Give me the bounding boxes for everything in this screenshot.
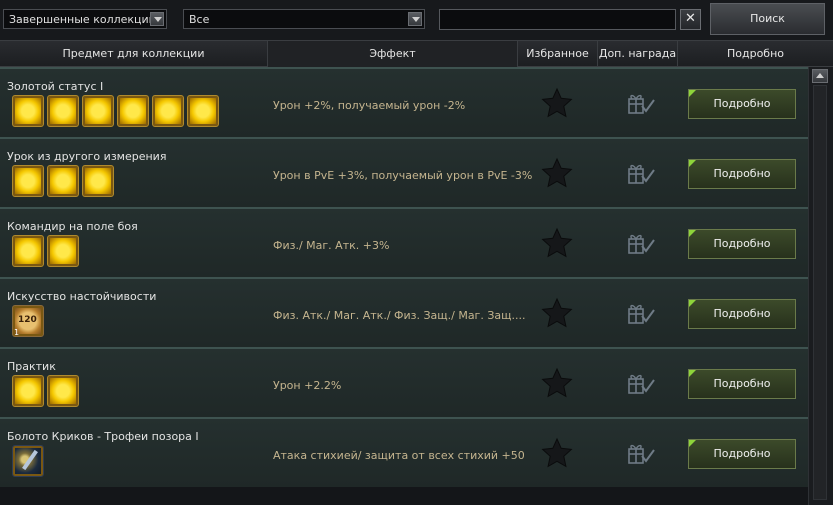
new-indicator (689, 300, 696, 307)
gift-check-icon (627, 161, 655, 185)
details-button[interactable]: Подробно (688, 89, 796, 119)
details-button[interactable]: Подробно (688, 369, 796, 399)
new-indicator (689, 440, 696, 447)
scroll-up-icon[interactable] (812, 69, 828, 83)
details-button-label: Подробно (713, 237, 771, 250)
new-indicator (689, 230, 696, 237)
gold-orb-item-icon[interactable] (117, 95, 149, 127)
collection-items: 120 1 (12, 305, 44, 337)
details-button-label: Подробно (713, 447, 771, 460)
sword-icon (22, 449, 38, 471)
gift-check-icon (627, 441, 655, 465)
gift-check-icon (627, 371, 655, 395)
collection-name: Болото Криков - Трофеи позора I (7, 430, 199, 443)
gold-orb-item-icon[interactable] (12, 235, 44, 267)
collection-effect: Урон в PvE +3%, получаемый урон в PvE -3… (273, 169, 533, 182)
star-icon[interactable] (541, 297, 573, 329)
coin-item-icon[interactable]: 120 1 (12, 305, 44, 337)
search-input[interactable] (439, 9, 676, 30)
table-header: Предмет для коллекции Эффект Избранное Д… (0, 40, 833, 67)
column-header-favorite: Избранное (518, 41, 598, 67)
collection-effect: Урон +2.2% (273, 379, 342, 392)
table-row[interactable]: Искусство настойчивости 120 1 Физ. Атк./ Ма… (0, 277, 808, 347)
table-row[interactable]: Болото Криков - Трофеи позора I Атака сти… (0, 417, 808, 487)
coin-item-value: 120 (18, 315, 37, 325)
scrollbar[interactable] (808, 67, 833, 505)
close-icon[interactable]: ✕ (680, 9, 701, 30)
collection-name: Искусство настойчивости (7, 290, 157, 303)
star-icon[interactable] (541, 367, 573, 399)
star-icon[interactable] (541, 437, 573, 469)
column-header-item: Предмет для коллекции (0, 41, 268, 67)
weapon-item-icon[interactable] (12, 445, 44, 477)
gold-orb-item-icon[interactable] (187, 95, 219, 127)
scrollbar-thumb[interactable] (813, 85, 827, 500)
details-button[interactable]: Подробно (688, 229, 796, 259)
collection-effect: Урон +2%, получаемый урон -2% (273, 99, 466, 112)
table-row[interactable]: Золотой статус I Урон +2%, получаемый уро… (0, 67, 808, 137)
filter-bar: Завершенные коллекции Все ✕ Поиск (0, 0, 833, 40)
details-button[interactable]: Подробно (688, 439, 796, 469)
gold-orb-item-icon[interactable] (82, 165, 114, 197)
details-button-label: Подробно (713, 97, 771, 110)
star-icon[interactable] (541, 157, 573, 189)
collection-filter-dropdown[interactable]: Завершенные коллекции (3, 9, 167, 29)
gold-orb-item-icon[interactable] (12, 95, 44, 127)
collection-list: Золотой статус I Урон +2%, получаемый уро… (0, 67, 808, 505)
category-filter-dropdown[interactable]: Все (183, 9, 425, 29)
collection-items (12, 445, 44, 477)
collection-name: Практик (7, 360, 56, 373)
details-button-label: Подробно (713, 167, 771, 180)
star-icon[interactable] (541, 87, 573, 119)
collection-items (12, 235, 79, 267)
chevron-down-icon[interactable] (150, 12, 164, 26)
gold-orb-item-icon[interactable] (47, 95, 79, 127)
gold-orb-item-icon[interactable] (82, 95, 114, 127)
gift-check-icon (627, 91, 655, 115)
gold-orb-item-icon[interactable] (12, 375, 44, 407)
collection-effect: Физ./ Маг. Атк. +3% (273, 239, 390, 252)
details-button[interactable]: Подробно (688, 159, 796, 189)
column-header-effect: Эффект (268, 41, 518, 67)
new-indicator (689, 90, 696, 97)
collection-name: Урок из другого измерения (7, 150, 167, 163)
new-indicator (689, 160, 696, 167)
search-button[interactable]: Поиск (710, 3, 825, 35)
collection-effect: Физ. Атк./ Маг. Атк./ Физ. Защ./ Маг. За… (273, 309, 526, 322)
item-count: 1 (14, 328, 20, 337)
column-header-details: Подробно (726, 47, 785, 60)
table-row[interactable]: Практик Урон +2.2% Подробно (0, 347, 808, 417)
gold-orb-item-icon[interactable] (12, 165, 44, 197)
gift-check-icon (627, 301, 655, 325)
collection-items (12, 375, 79, 407)
collection-effect: Атака стихией/ защита от всех стихий +50 (273, 449, 525, 462)
gold-orb-item-icon[interactable] (152, 95, 184, 127)
new-indicator (689, 370, 696, 377)
gold-orb-item-icon[interactable] (47, 235, 79, 267)
column-header-bonus: Доп. награда (598, 41, 678, 67)
gift-check-icon (627, 231, 655, 255)
collection-filter-value: Завершенные коллекции (9, 13, 156, 26)
table-row[interactable]: Командир на поле боя Физ./ Маг. Атк. +3% П… (0, 207, 808, 277)
collection-items (12, 95, 219, 127)
table-row[interactable]: Урок из другого измерения Урон в PvE +3%,… (0, 137, 808, 207)
gold-orb-item-icon[interactable] (47, 165, 79, 197)
category-filter-value: Все (189, 13, 210, 26)
collection-items (12, 165, 114, 197)
gold-orb-item-icon[interactable] (47, 375, 79, 407)
details-button[interactable]: Подробно (688, 299, 796, 329)
collection-name: Золотой статус I (7, 80, 104, 93)
chevron-down-icon[interactable] (408, 12, 422, 26)
details-button-label: Подробно (713, 307, 771, 320)
star-icon[interactable] (541, 227, 573, 259)
collection-name: Командир на поле боя (7, 220, 138, 233)
details-button-label: Подробно (713, 377, 771, 390)
